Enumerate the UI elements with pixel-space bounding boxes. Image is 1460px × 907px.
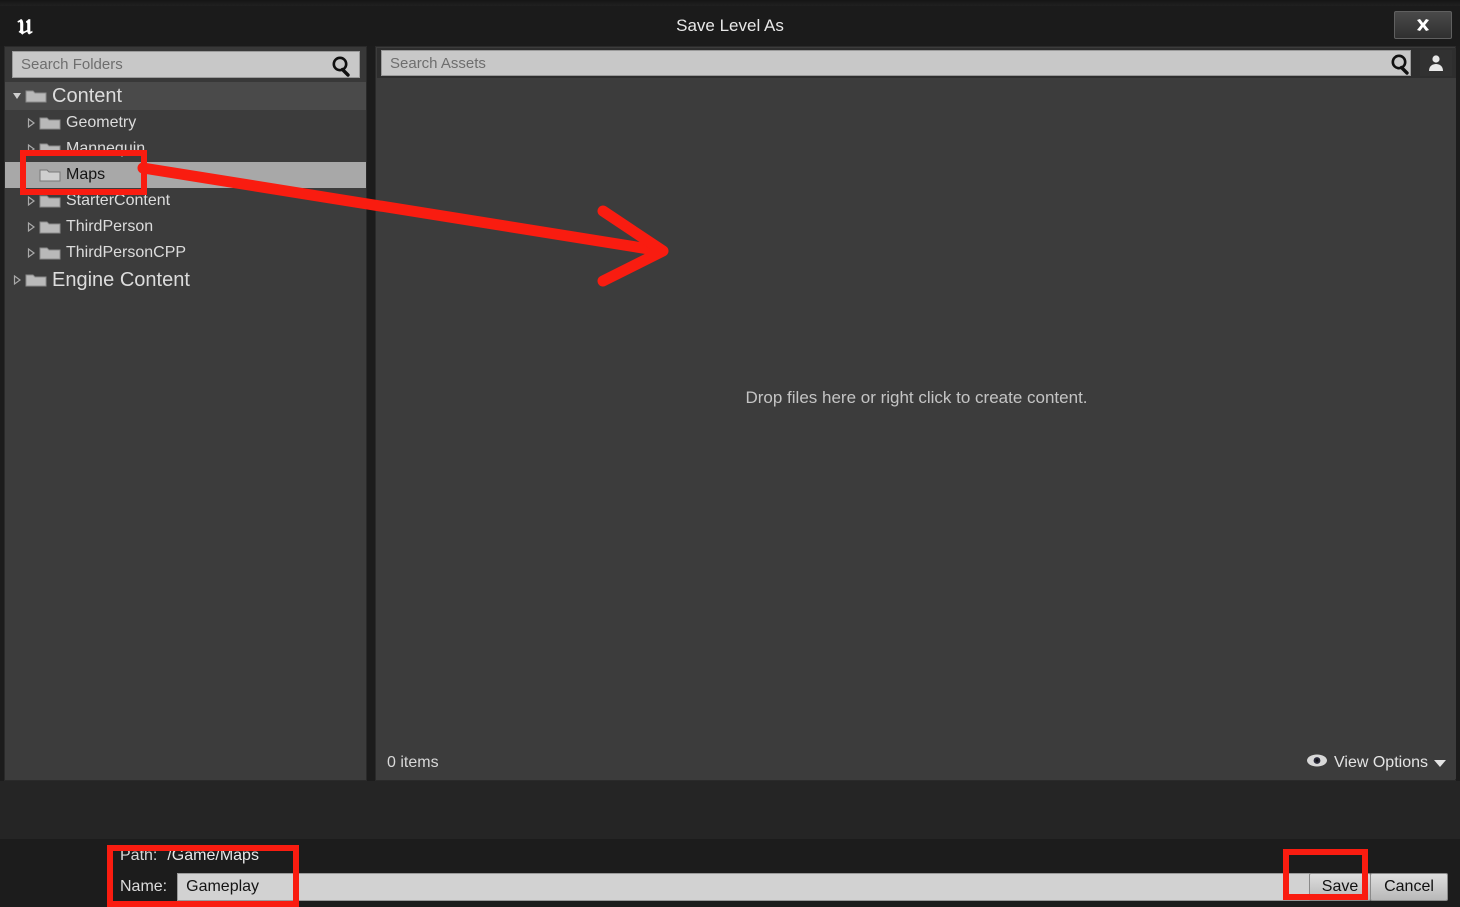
path-label: Path: — [120, 847, 158, 864]
folder-tree-pane: Search Folders Content Geometry Mannequi… — [4, 46, 367, 781]
unreal-engine-logo-icon: 𝔲 — [17, 7, 33, 42]
folder-icon — [25, 272, 47, 288]
items-count-label: 0 items — [387, 754, 439, 771]
search-assets-input[interactable]: Search Assets — [381, 50, 1411, 76]
cancel-button[interactable]: Cancel — [1370, 873, 1448, 901]
dialog-title: Save Level As — [676, 16, 784, 35]
chevron-right-icon[interactable] — [23, 143, 39, 155]
tree-item-label: Mannequin — [66, 140, 146, 157]
footer-upper-strip — [0, 781, 1460, 839]
tree-item-label: ThirdPerson — [66, 218, 154, 235]
name-row: Name: Gameplay — [120, 873, 1328, 901]
folder-icon — [39, 141, 61, 157]
tree-item-label: ThirdPersonCPP — [66, 244, 187, 261]
view-options-label: View Options — [1334, 754, 1428, 771]
folder-open-icon — [25, 88, 47, 104]
chevron-down-icon[interactable] — [9, 90, 25, 102]
chevron-right-icon[interactable] — [23, 195, 39, 207]
tree-item-label: Maps — [66, 166, 106, 183]
asset-status-bar: 0 items View Options — [377, 747, 1456, 779]
tree-item-engine-content[interactable]: Engine Content — [5, 266, 366, 294]
dialog-titlebar[interactable]: Save Level As — [0, 6, 1460, 46]
asset-browser-pane: Search Assets Drop files here or right c… — [375, 46, 1456, 781]
tree-item-geometry[interactable]: Geometry — [5, 110, 366, 136]
asset-search-bar: Search Assets — [377, 48, 1456, 78]
tree-item-mannequin[interactable]: Mannequin — [5, 136, 366, 162]
chevron-down-icon — [1434, 754, 1446, 772]
tree-item-label: Geometry — [66, 114, 137, 131]
folder-icon — [39, 115, 61, 131]
search-assets-magnifier-icon[interactable] — [1388, 52, 1412, 81]
asset-grid-area[interactable]: Drop files here or right click to create… — [377, 78, 1456, 748]
save-button[interactable]: Save — [1309, 873, 1371, 901]
dialog-footer: Path: /Game/Maps Name: Gameplay Save Can… — [0, 781, 1460, 907]
empty-state-message: Drop files here or right click to create… — [745, 388, 1088, 407]
tree-item-label: StarterContent — [66, 192, 171, 209]
folder-tree[interactable]: Content Geometry Mannequin Maps StarterC… — [5, 82, 366, 780]
tree-item-startercontent[interactable]: StarterContent — [5, 188, 366, 214]
tree-item-content[interactable]: Content — [5, 82, 366, 110]
tree-item-label: Engine Content — [52, 268, 190, 291]
dialog-body: Search Folders Content Geometry Mannequi… — [0, 46, 1460, 781]
folder-icon — [39, 245, 61, 261]
pane-splitter[interactable] — [367, 46, 375, 781]
search-folders-input[interactable]: Search Folders — [12, 51, 360, 78]
tree-item-maps[interactable]: Maps — [5, 162, 366, 188]
search-folders-magnifier-icon[interactable] — [329, 54, 353, 83]
name-input[interactable]: Gameplay — [177, 873, 1328, 901]
search-folders-placeholder: Search Folders — [21, 56, 123, 73]
folder-icon — [39, 193, 61, 209]
chevron-right-icon[interactable] — [9, 274, 25, 286]
chevron-right-icon[interactable] — [23, 117, 39, 129]
chevron-right-icon[interactable] — [23, 247, 39, 259]
close-icon — [1417, 19, 1429, 31]
name-label: Name: — [120, 878, 168, 895]
tree-item-label: Content — [52, 84, 123, 107]
path-value: /Game/Maps — [167, 847, 259, 864]
path-row: Path: /Game/Maps — [120, 847, 259, 865]
save-level-as-dialog: Save Level As 𝔲 Search Folders Content G… — [0, 0, 1460, 907]
eye-icon — [1306, 753, 1328, 773]
folder-icon — [39, 219, 61, 235]
view-options-button[interactable]: View Options — [1306, 747, 1446, 779]
tree-item-thirdperson[interactable]: ThirdPerson — [5, 214, 366, 240]
folder-icon — [39, 167, 61, 183]
search-assets-placeholder: Search Assets — [390, 54, 486, 72]
tree-item-thirdpersoncpp[interactable]: ThirdPersonCPP — [5, 240, 366, 266]
chevron-right-icon[interactable] — [23, 221, 39, 233]
user-profile-icon[interactable] — [1420, 50, 1452, 76]
close-button[interactable] — [1394, 11, 1452, 39]
